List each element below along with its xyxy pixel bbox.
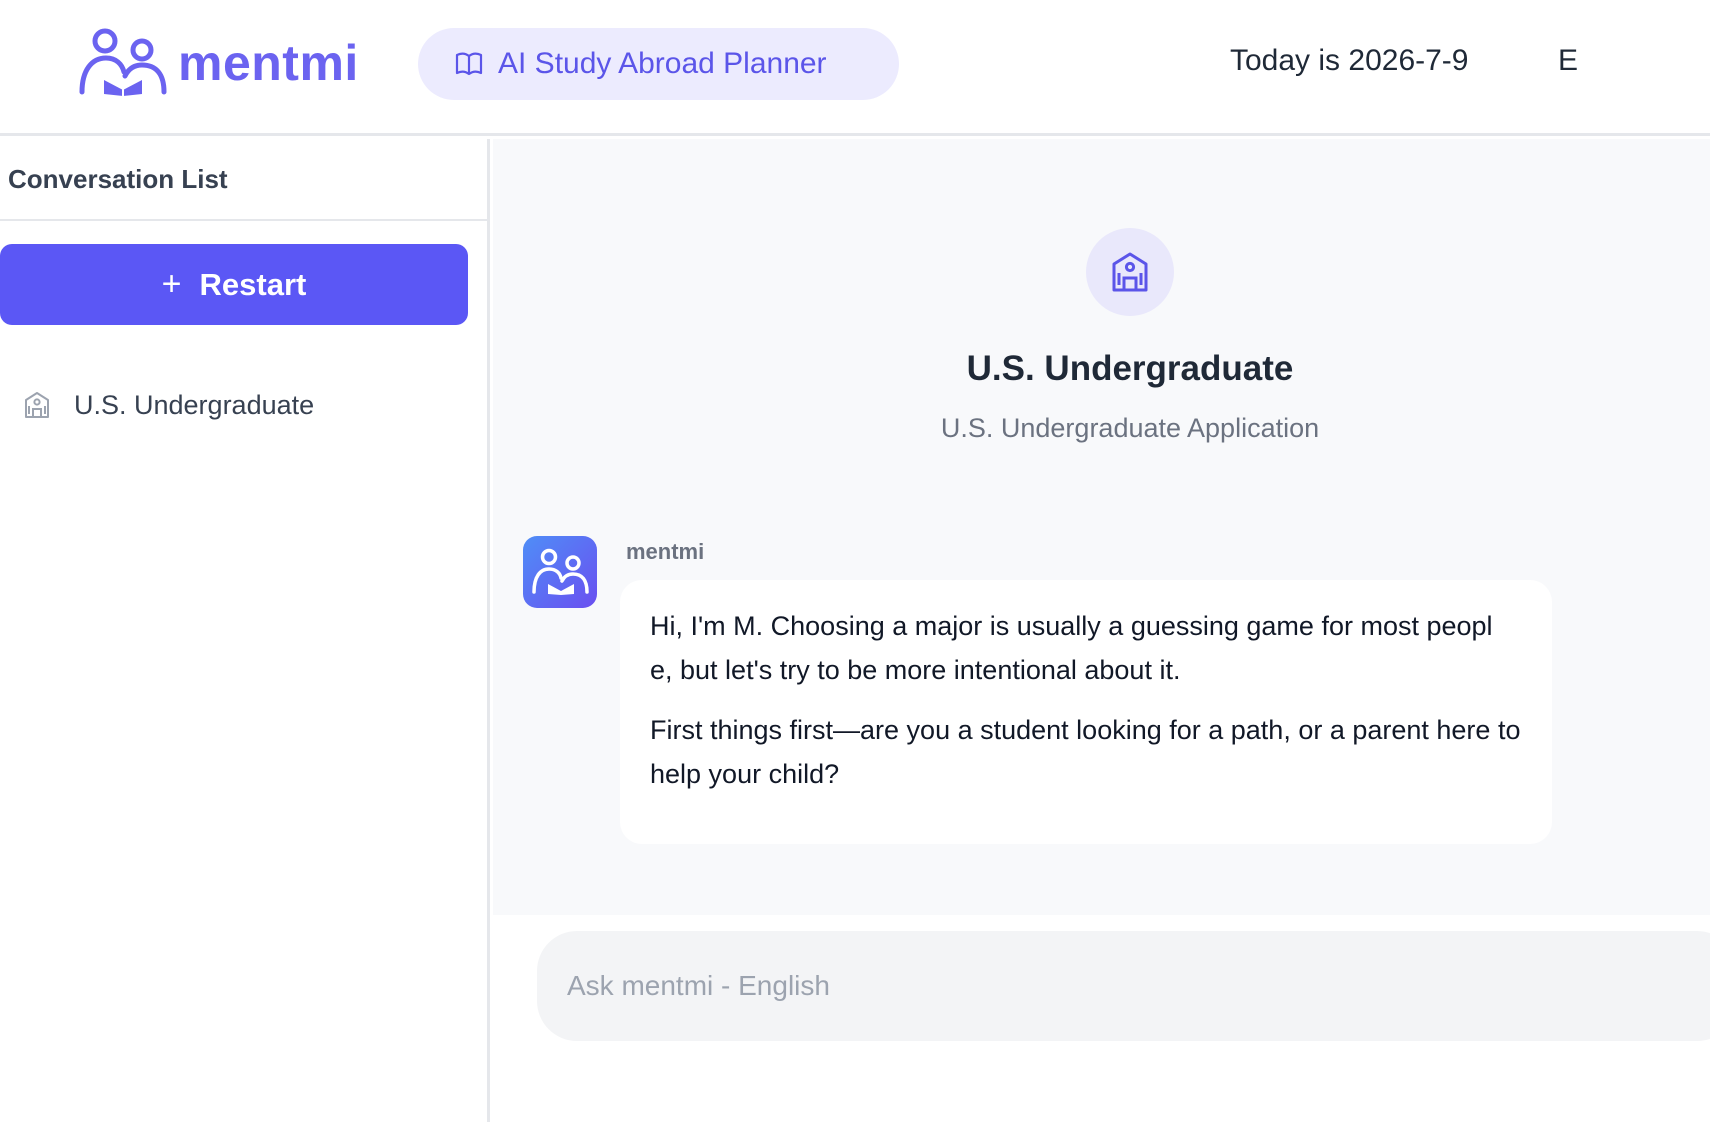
brand-logo[interactable]: mentmi <box>78 28 359 98</box>
sidebar-title: Conversation List <box>0 139 487 221</box>
hero-subtitle: U.S. Undergraduate Application <box>940 413 1320 443</box>
conversation-item-label: U.S. Undergraduate <box>74 389 315 420</box>
top-header: mentmi AI Study Abroad Planner Today is … <box>0 0 1710 136</box>
message-paragraph: First things first—are you a student loo… <box>650 715 1521 789</box>
message-paragraph: Hi, I'm M. Choosing a major is usually a… <box>650 611 1493 685</box>
mentmi-logo-icon <box>79 28 167 96</box>
hero-school-icon <box>1086 228 1174 316</box>
plus-icon: + <box>161 265 182 303</box>
conversation-sidebar: Conversation List + Restart U.S. Undergr… <box>0 139 490 1122</box>
mentmi-avatar-icon <box>532 548 589 595</box>
restart-button[interactable]: + Restart <box>0 244 468 325</box>
message-sender: mentmi <box>626 539 705 564</box>
restart-label: Restart <box>199 266 307 302</box>
chat-input[interactable] <box>537 931 1710 1041</box>
open-book-icon <box>454 49 484 79</box>
conversation-item-us-undergraduate[interactable]: U.S. Undergraduate <box>0 379 470 431</box>
header-cutoff-text[interactable]: E <box>1558 44 1578 78</box>
planner-label: AI Study Abroad Planner <box>498 47 827 80</box>
study-abroad-planner-button[interactable]: AI Study Abroad Planner <box>418 28 899 100</box>
today-date: Today is 2026-7-9 <box>1230 44 1469 77</box>
school-icon <box>22 390 52 420</box>
assistant-message-bubble: Hi, I'm M. Choosing a major is usually a… <box>620 580 1552 844</box>
chat-main: U.S. Undergraduate U.S. Undergraduate Ap… <box>493 139 1710 915</box>
hero-title: U.S. Undergraduate <box>966 349 1294 388</box>
chat-input-area <box>493 915 1710 1122</box>
brand-name: mentmi <box>178 35 359 91</box>
mentmi-avatar <box>523 536 597 608</box>
